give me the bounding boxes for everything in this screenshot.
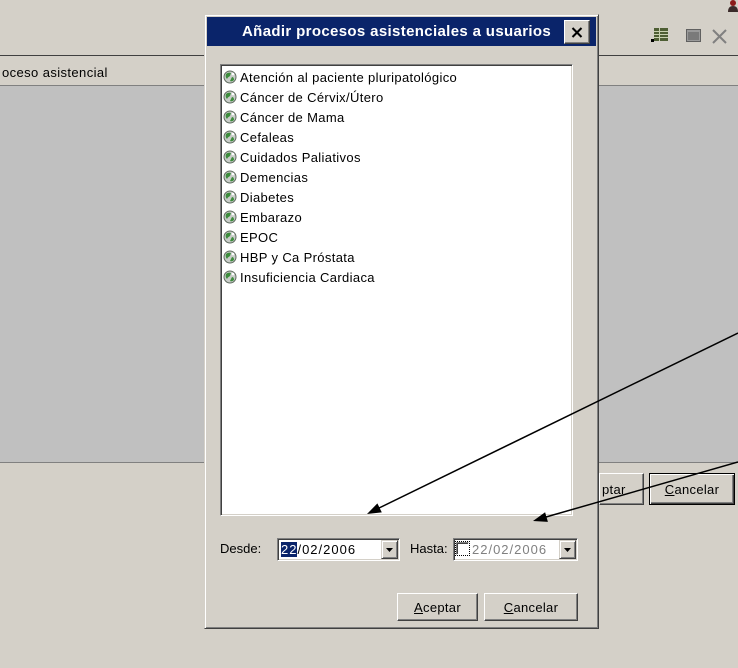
window-icon[interactable] — [686, 29, 701, 42]
table-icon[interactable] — [651, 27, 669, 43]
process-icon — [223, 210, 237, 224]
accept-button[interactable]: Aceptar — [397, 593, 478, 621]
process-icon — [223, 150, 237, 164]
list-item[interactable]: EPOC — [223, 227, 457, 247]
add-processes-dialog: Añadir procesos asistenciales a usuarios… — [204, 14, 599, 629]
chevron-down-icon — [386, 547, 393, 552]
list-item[interactable]: Cefaleas — [223, 127, 457, 147]
list-item[interactable]: Cáncer de Cérvix/Útero — [223, 87, 457, 107]
dialog-title: Añadir procesos asistenciales a usuarios — [242, 23, 552, 40]
dialog-title-bar[interactable]: Añadir procesos asistenciales a usuarios — [207, 17, 596, 46]
list-item[interactable]: Atención al paciente pluripatológico — [223, 67, 457, 87]
from-date-picker[interactable]: 22/02/2006 — [277, 538, 400, 561]
from-date-day-segment[interactable]: 22 — [281, 542, 298, 557]
process-icon — [223, 270, 237, 284]
list-item[interactable]: Cuidados Paliativos — [223, 147, 457, 167]
process-icon — [223, 70, 237, 84]
background-cancel-button[interactable]: Cancelar — [649, 473, 735, 505]
cancel-button[interactable]: Cancelar — [484, 593, 578, 621]
list-item-label: Cáncer de Cérvix/Útero — [240, 89, 384, 105]
cancel-button-label: Cancelar — [503, 599, 559, 615]
from-date-month-year[interactable]: /02/2006 — [297, 542, 356, 557]
process-list[interactable]: Atención al paciente pluripatológico Cán… — [220, 64, 573, 516]
list-item-label: Cuidados Paliativos — [240, 149, 361, 165]
close-icon — [571, 26, 583, 38]
person-icon[interactable] — [727, 0, 738, 12]
background-accept-label: ptar — [602, 481, 626, 497]
list-item[interactable]: Insuficiencia Cardiaca — [223, 267, 457, 287]
process-icon — [223, 110, 237, 124]
dialog-close-button[interactable] — [564, 20, 590, 44]
list-item-label: Insuficiencia Cardiaca — [240, 269, 375, 285]
background-accept-button[interactable]: ptar — [599, 473, 644, 505]
to-date-picker[interactable]: 22/02/2006 — [453, 538, 578, 561]
process-icon — [223, 170, 237, 184]
list-item[interactable]: Diabetes — [223, 187, 457, 207]
close-icon[interactable] — [711, 28, 728, 45]
list-item-label: Diabetes — [240, 189, 295, 205]
list-item[interactable]: Demencias — [223, 167, 457, 187]
list-item-label: HBP y Ca Próstata — [240, 249, 355, 265]
process-icon — [223, 90, 237, 104]
list-item-label: EPOC — [240, 229, 279, 245]
accept-button-label: Aceptar — [414, 599, 461, 615]
background-cancel-label: Cancelar — [664, 481, 720, 497]
list-item-label: Atención al paciente pluripatológico — [240, 69, 458, 85]
from-date-value: 22/02/2006 — [281, 541, 356, 558]
to-date-enable-checkbox[interactable] — [455, 541, 470, 556]
process-icon — [223, 130, 237, 144]
list-item[interactable]: HBP y Ca Próstata — [223, 247, 457, 267]
list-item-label: Embarazo — [240, 209, 303, 225]
list-item-label: Demencias — [240, 169, 309, 185]
process-icon — [223, 190, 237, 204]
list-item[interactable]: Cáncer de Mama — [223, 107, 457, 127]
process-icon — [223, 250, 237, 264]
from-date-label: Desde: — [220, 541, 262, 556]
process-icon — [223, 230, 237, 244]
to-date-dropdown-button[interactable] — [559, 540, 576, 559]
to-date-label: Hasta: — [410, 541, 448, 556]
chevron-down-icon — [564, 547, 571, 552]
to-date-value: 22/02/2006 — [472, 542, 548, 557]
list-item-label: Cáncer de Mama — [240, 109, 345, 125]
from-date-dropdown-button[interactable] — [381, 540, 398, 559]
list-item-label: Cefaleas — [240, 129, 295, 145]
list-item[interactable]: Embarazo — [223, 207, 457, 227]
list-header-label: oceso asistencial — [2, 65, 108, 80]
